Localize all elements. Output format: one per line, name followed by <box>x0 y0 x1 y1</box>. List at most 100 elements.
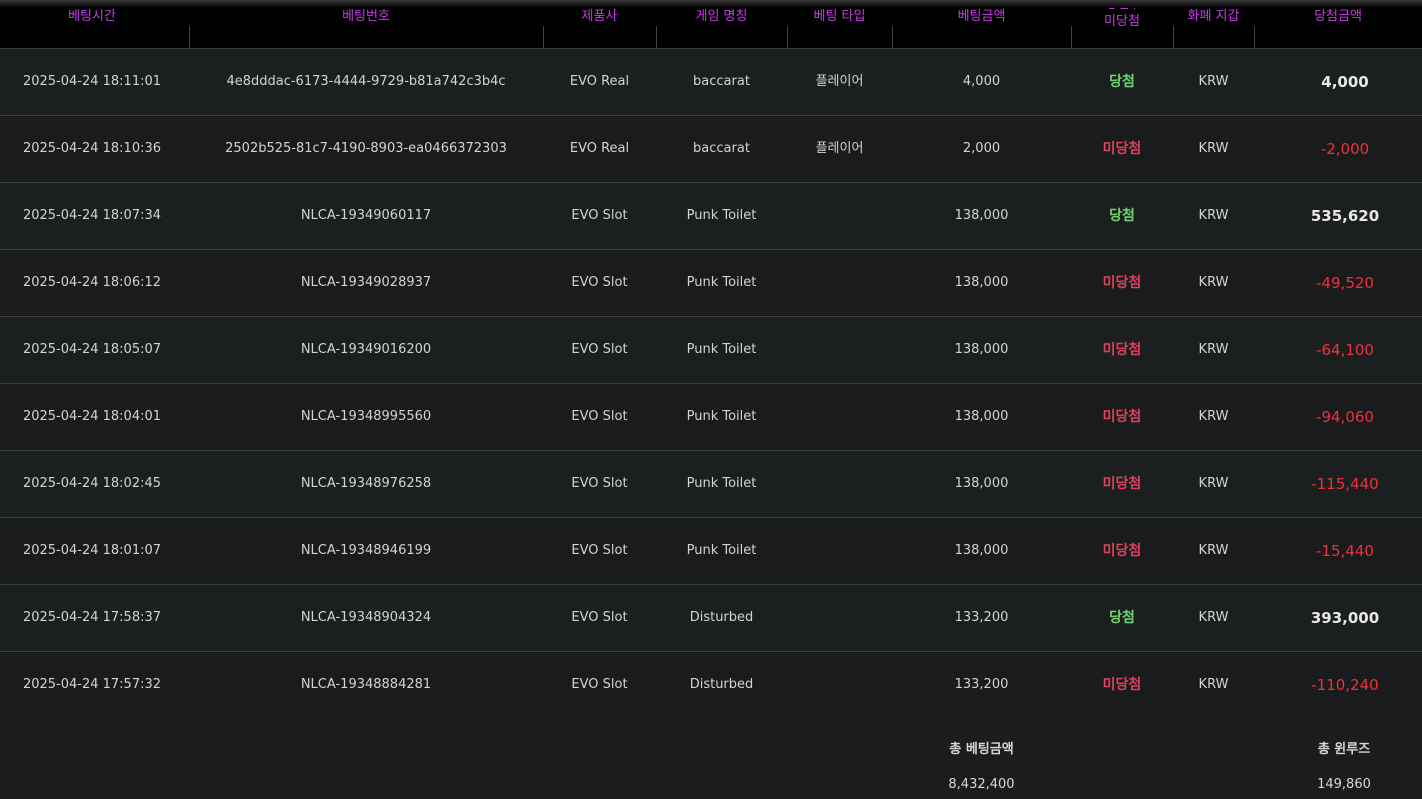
cell-provider: EVO Slot <box>571 543 628 558</box>
cell-bet-amount: 138,000 <box>954 275 1009 290</box>
cell-bet-amount: 4,000 <box>962 74 1001 89</box>
cell-currency: KRW <box>1198 208 1229 223</box>
cell-currency: KRW <box>1198 677 1229 692</box>
cell-result: 미당첨 <box>1102 342 1142 358</box>
cell-game-name: baccarat <box>693 141 750 156</box>
header-divider <box>656 26 657 48</box>
cell-game-name: Punk Toilet <box>686 208 757 223</box>
cell-bet-amount: 138,000 <box>954 476 1009 491</box>
cell-payout: -110,240 <box>1311 676 1379 694</box>
cell-payout: -64,100 <box>1316 341 1374 359</box>
cell-result: 당첨 <box>1109 610 1135 626</box>
cell-bet-type <box>787 384 892 450</box>
cell-provider: EVO Slot <box>571 275 628 290</box>
cell-bet-amount: 138,000 <box>954 208 1009 223</box>
col-result-line2: 미당첨 <box>1104 14 1140 29</box>
cell-bet-id: NLCA-19348946199 <box>300 543 432 558</box>
cell-bet-amount: 138,000 <box>954 543 1009 558</box>
cell-bet-id: NLCA-19348976258 <box>300 476 432 491</box>
header-divider <box>1071 26 1072 48</box>
cell-bet-time: 2025-04-24 18:06:12 <box>22 275 162 290</box>
cell-bet-time: 2025-04-24 17:58:37 <box>22 610 162 625</box>
header-divider <box>543 26 544 48</box>
cell-game-name: Punk Toilet <box>686 409 757 424</box>
cell-game-name: baccarat <box>693 74 750 89</box>
cell-game-name: Disturbed <box>689 610 754 625</box>
table-row[interactable]: 2025-04-24 18:05:07 NLCA-19349016200 EVO S… <box>0 317 1422 384</box>
cell-bet-id: 4e8dddac-6173-4444-9729-b81a742c3b4c <box>226 74 506 89</box>
cell-bet-time: 2025-04-24 17:57:32 <box>22 677 162 692</box>
cell-currency: KRW <box>1198 543 1229 558</box>
cell-bet-type <box>787 518 892 584</box>
cell-currency: KRW <box>1198 275 1229 290</box>
cell-bet-id: NLCA-19348904324 <box>300 610 432 625</box>
cell-bet-time: 2025-04-24 18:02:45 <box>22 476 162 491</box>
cell-payout: -2,000 <box>1320 140 1370 158</box>
cell-result: 미당첨 <box>1102 409 1142 425</box>
cell-game-name: Disturbed <box>689 677 754 692</box>
table-row[interactable]: 2025-04-24 18:02:45 NLCA-19348976258 EVO S… <box>0 451 1422 518</box>
cell-provider: EVO Slot <box>571 409 628 424</box>
cell-bet-type <box>787 183 892 249</box>
cell-bet-id: NLCA-19349060117 <box>300 208 432 223</box>
cell-bet-id: NLCA-19349016200 <box>300 342 432 357</box>
header-divider <box>189 26 190 48</box>
table-row[interactable]: 2025-04-24 18:11:01 4e8dddac-6173-4444-97… <box>0 49 1422 116</box>
cell-result: 미당첨 <box>1102 141 1142 157</box>
total-winloss-value: 149,860 <box>1317 777 1371 792</box>
summary-footer: 총 베팅금액 8,432,400 총 윈루즈 149,860 <box>0 718 1422 799</box>
cell-provider: EVO Slot <box>571 677 628 692</box>
header-divider <box>1173 26 1174 48</box>
table-row[interactable]: 2025-04-24 18:10:36 2502b525-81c7-4190-89… <box>0 116 1422 183</box>
total-bet-label: 총 베팅금액 <box>949 742 1014 757</box>
cell-payout: 393,000 <box>1310 609 1380 627</box>
cell-bet-type: 플레이어 <box>815 74 864 89</box>
cell-bet-time: 2025-04-24 18:01:07 <box>22 543 162 558</box>
cell-result: 미당첨 <box>1102 677 1142 693</box>
cell-bet-id: NLCA-19349028937 <box>300 275 432 290</box>
header-divider <box>1254 26 1255 48</box>
cell-payout: -15,440 <box>1316 542 1374 560</box>
cell-bet-time: 2025-04-24 18:10:36 <box>22 141 162 156</box>
cell-game-name: Punk Toilet <box>686 342 757 357</box>
cell-bet-type <box>787 652 892 718</box>
cell-provider: EVO Slot <box>571 610 628 625</box>
header-divider <box>787 26 788 48</box>
table-row[interactable]: 2025-04-24 18:07:34 NLCA-19349060117 EVO S… <box>0 183 1422 250</box>
cell-game-name: Punk Toilet <box>686 543 757 558</box>
cell-currency: KRW <box>1198 610 1229 625</box>
table-row[interactable]: 2025-04-24 18:06:12 NLCA-19349028937 EVO S… <box>0 250 1422 317</box>
cell-game-name: Punk Toilet <box>686 476 757 491</box>
cell-bet-id: NLCA-19348884281 <box>300 677 432 692</box>
cell-bet-time: 2025-04-24 18:11:01 <box>22 74 162 89</box>
cell-currency: KRW <box>1198 342 1229 357</box>
cell-payout: -115,440 <box>1311 475 1379 493</box>
cell-provider: EVO Slot <box>571 342 628 357</box>
cell-result: 당첨 <box>1109 74 1135 90</box>
total-bet-value: 8,432,400 <box>948 777 1015 792</box>
cell-bet-type <box>787 317 892 383</box>
cell-currency: KRW <box>1198 74 1229 89</box>
table-row[interactable]: 2025-04-24 18:04:01 NLCA-19348995560 EVO S… <box>0 384 1422 451</box>
cell-payout: 4,000 <box>1321 73 1369 91</box>
cell-bet-id: NLCA-19348995560 <box>300 409 432 424</box>
table-row[interactable]: 2025-04-24 18:01:07 NLCA-19348946199 EVO S… <box>0 518 1422 585</box>
cell-bet-id: 2502b525-81c7-4190-8903-ea0466372303 <box>225 141 507 156</box>
cell-bet-amount: 138,000 <box>954 409 1009 424</box>
cell-bet-type <box>787 250 892 316</box>
cell-bet-type <box>787 585 892 651</box>
cell-payout: 535,620 <box>1310 207 1380 225</box>
cell-bet-time: 2025-04-24 18:07:34 <box>22 208 162 223</box>
cell-payout: -94,060 <box>1316 408 1374 426</box>
cell-provider: EVO Slot <box>571 208 628 223</box>
cell-bet-time: 2025-04-24 18:04:01 <box>22 409 162 424</box>
table-row[interactable]: 2025-04-24 17:57:32 NLCA-19348884281 EVO S… <box>0 652 1422 719</box>
cell-payout: -49,520 <box>1316 274 1374 292</box>
cell-result: 미당첨 <box>1102 543 1142 559</box>
cell-provider: EVO Slot <box>571 476 628 491</box>
cell-currency: KRW <box>1198 141 1229 156</box>
top-shade <box>0 0 1422 8</box>
cell-game-name: Punk Toilet <box>686 275 757 290</box>
table-row[interactable]: 2025-04-24 17:58:37 NLCA-19348904324 EVO S… <box>0 585 1422 652</box>
cell-bet-type <box>787 451 892 517</box>
